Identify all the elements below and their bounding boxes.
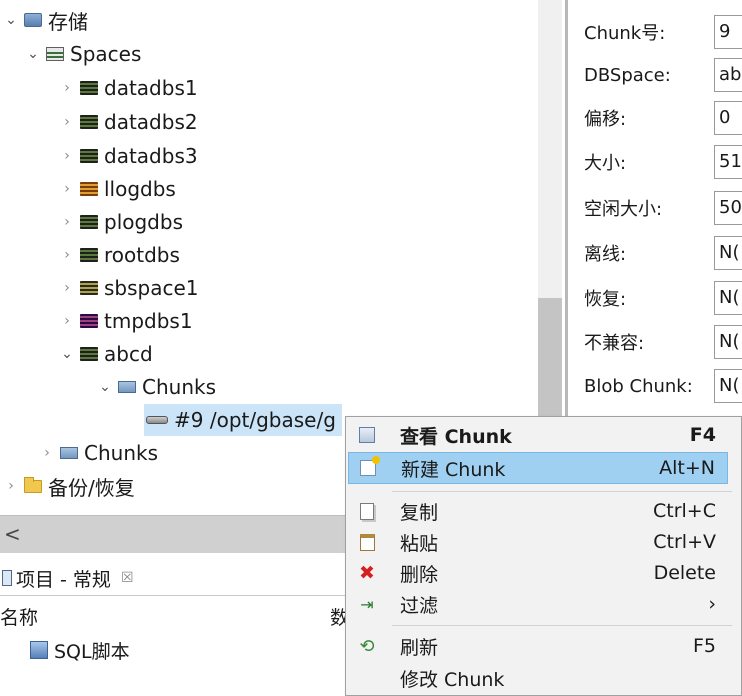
column-header-name[interactable]: 名称 bbox=[0, 600, 38, 632]
menu-item-filter[interactable]: ⇥ 过滤 › bbox=[348, 588, 728, 620]
prop-row-free-size: 空闲大小: 50 bbox=[568, 188, 742, 228]
copy-icon bbox=[360, 502, 374, 520]
chunk-icon bbox=[146, 416, 168, 424]
menu-item-delete[interactable]: ✖ 删除 Delete bbox=[348, 557, 728, 589]
tree-node-spaces[interactable]: ⌄ Spaces bbox=[22, 38, 141, 70]
tree-node-rootdbs[interactable]: › rootdbs bbox=[56, 239, 180, 271]
tree-node-plogdbs[interactable]: › plogdbs bbox=[56, 206, 183, 238]
menu-item-view-chunk[interactable]: 查看 Chunk F4 bbox=[348, 419, 728, 451]
chevron-right-icon[interactable]: › bbox=[36, 445, 58, 461]
refresh-icon: ⟲ bbox=[359, 635, 375, 657]
blob-chunk-field[interactable]: N( bbox=[714, 369, 742, 403]
menu-item-copy[interactable]: 复制 Ctrl+C bbox=[348, 495, 728, 527]
chevron-right-icon[interactable]: › bbox=[0, 478, 22, 494]
filter-icon: ⇥ bbox=[360, 594, 374, 614]
dbspace-icon bbox=[80, 248, 98, 262]
close-icon[interactable]: ☒ bbox=[121, 570, 134, 586]
sql-script-icon bbox=[30, 641, 48, 659]
tree-node-chunks-folder[interactable]: ⌄ Chunks bbox=[94, 371, 216, 403]
prop-row-dbspace: DBSpace: ab bbox=[568, 55, 742, 95]
size-field[interactable]: 51 bbox=[714, 145, 742, 179]
chevron-down-icon[interactable]: ⌄ bbox=[0, 12, 22, 28]
dbspace-icon bbox=[80, 149, 98, 163]
dbspace-icon bbox=[80, 81, 98, 95]
chevron-right-icon[interactable]: › bbox=[56, 114, 78, 130]
tab-project-general[interactable]: 项目 - 常规 ☒ bbox=[0, 560, 134, 596]
chevron-right-icon[interactable]: › bbox=[56, 313, 78, 329]
menu-separator bbox=[392, 491, 732, 492]
prop-row-incompatible: 不兼容: N( bbox=[568, 322, 742, 362]
sbspace-icon bbox=[80, 281, 98, 295]
tree-node-datadbs3[interactable]: › datadbs3 bbox=[56, 140, 197, 172]
dbspace-field[interactable]: ab bbox=[714, 58, 742, 92]
dbspace-icon bbox=[80, 215, 98, 229]
project-view-icon bbox=[2, 570, 12, 586]
offline-field[interactable]: N( bbox=[714, 236, 742, 270]
folder-icon bbox=[24, 476, 42, 493]
dbspace-icon bbox=[80, 182, 98, 196]
tree-node-chunks-root[interactable]: › Chunks bbox=[36, 437, 158, 469]
horizontal-scrollbar[interactable] bbox=[0, 515, 345, 553]
scroll-left-icon[interactable]: < bbox=[4, 522, 21, 546]
tmpspace-icon bbox=[80, 314, 98, 328]
chunk-properties-panel: Chunk号: 9 DBSpace: ab 偏移: 0 大小: 51 空闲大小:… bbox=[568, 0, 742, 418]
prop-row-offline: 离线: N( bbox=[568, 233, 742, 273]
submenu-arrow-icon: › bbox=[708, 593, 716, 615]
tree-node-datadbs1[interactable]: › datadbs1 bbox=[56, 72, 197, 104]
chevron-right-icon[interactable]: › bbox=[56, 214, 78, 230]
prop-row-chunk-number: Chunk号: 9 bbox=[568, 12, 742, 52]
storage-icon bbox=[24, 13, 42, 27]
tree-node-storage[interactable]: ⌄ 存储 bbox=[0, 4, 88, 36]
recovery-field[interactable]: N( bbox=[714, 281, 742, 315]
view-chunk-icon bbox=[359, 427, 375, 443]
free-size-field[interactable]: 50 bbox=[714, 191, 742, 225]
chevron-right-icon[interactable]: › bbox=[56, 280, 78, 296]
chevron-right-icon[interactable]: › bbox=[56, 247, 78, 263]
paste-icon bbox=[359, 533, 375, 551]
tree-node-abcd[interactable]: ⌄ abcd bbox=[56, 338, 153, 370]
tree-node-tmpdbs1[interactable]: › tmpdbs1 bbox=[56, 305, 192, 337]
menu-separator bbox=[392, 625, 732, 626]
prop-row-recovery: 恢复: N( bbox=[568, 278, 742, 318]
chevron-right-icon[interactable]: › bbox=[56, 148, 78, 164]
menu-item-refresh[interactable]: ⟲ 刷新 F5 bbox=[348, 630, 728, 662]
chevron-down-icon[interactable]: ⌄ bbox=[56, 346, 78, 362]
new-chunk-icon bbox=[360, 456, 380, 476]
tree-node-chunk-9[interactable]: #9 /opt/gbase/g bbox=[144, 404, 342, 436]
chevron-down-icon[interactable]: ⌄ bbox=[22, 46, 44, 62]
chunks-folder-icon bbox=[118, 381, 136, 393]
menu-item-modify-chunk[interactable]: 修改 Chunk bbox=[348, 662, 728, 694]
spaces-icon bbox=[46, 47, 64, 61]
prop-row-blob-chunk: Blob Chunk: N( bbox=[568, 366, 742, 406]
tree-node-llogdbs[interactable]: › llogdbs bbox=[56, 173, 176, 205]
prop-row-offset: 偏移: 0 bbox=[568, 98, 742, 138]
menu-item-paste[interactable]: 粘贴 Ctrl+V bbox=[348, 526, 728, 558]
incompatible-field[interactable]: N( bbox=[714, 325, 742, 359]
chevron-right-icon[interactable]: › bbox=[56, 181, 78, 197]
offset-field[interactable]: 0 bbox=[714, 101, 742, 135]
delete-icon: ✖ bbox=[359, 562, 375, 584]
list-item-sql-scripts[interactable]: SQL脚本 bbox=[30, 634, 130, 666]
chunk-number-field[interactable]: 9 bbox=[714, 15, 742, 49]
chunks-folder-icon bbox=[60, 447, 78, 459]
chevron-down-icon[interactable]: ⌄ bbox=[94, 379, 116, 395]
dbspace-icon bbox=[80, 115, 98, 129]
prop-row-size: 大小: 51 bbox=[568, 142, 742, 182]
tree-node-datadbs2[interactable]: › datadbs2 bbox=[56, 106, 197, 138]
context-menu: 查看 Chunk F4 新建 Chunk Alt+N 复制 Ctrl+C 粘贴 … bbox=[345, 416, 742, 696]
menu-item-new-chunk[interactable]: 新建 Chunk Alt+N bbox=[348, 452, 728, 484]
chevron-right-icon[interactable]: › bbox=[56, 80, 78, 96]
tree-node-sbspace1[interactable]: › sbspace1 bbox=[56, 272, 198, 304]
dbspace-icon bbox=[80, 347, 98, 361]
tree-node-backup-restore[interactable]: › 备份/恢复 bbox=[0, 470, 135, 502]
